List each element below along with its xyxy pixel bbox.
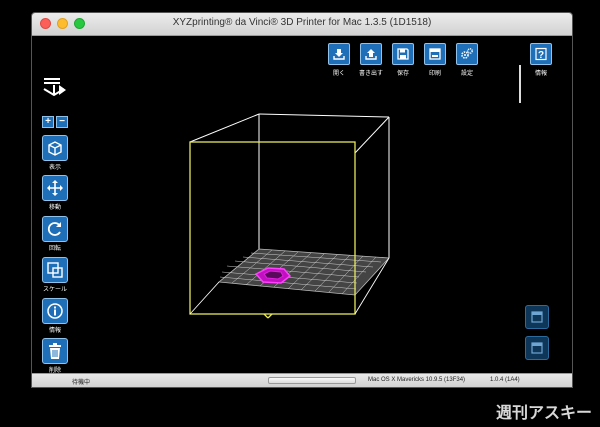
rotate-button[interactable] xyxy=(42,216,68,242)
scale-button[interactable] xyxy=(42,257,68,283)
status-text: 待機中 xyxy=(72,380,91,386)
download-arrow-icon xyxy=(333,49,345,60)
cube-icon xyxy=(48,141,62,156)
build-volume-scene[interactable] xyxy=(32,36,572,373)
settings-button[interactable] xyxy=(456,43,478,65)
gears-icon xyxy=(461,48,473,59)
floppy-disk-icon xyxy=(397,48,409,60)
rotate-icon xyxy=(47,222,61,236)
save-label: 保存 xyxy=(396,71,409,77)
view-button[interactable] xyxy=(42,135,68,161)
upload-arrow-icon xyxy=(365,49,377,60)
help-label: 情報 xyxy=(534,71,547,77)
panel-toggle-button-1[interactable] xyxy=(525,305,549,329)
zoom-in-button[interactable]: + xyxy=(42,116,54,128)
firmware-version-text: 1.0.4 (1A4) xyxy=(490,377,520,383)
delete-button[interactable] xyxy=(42,338,68,364)
zoom-out-button[interactable]: − xyxy=(56,116,68,128)
app-window: XYZprinting® da Vinci® 3D Printer for Ma… xyxy=(31,12,573,388)
move-arrows-icon xyxy=(47,180,63,196)
publisher-watermark: 週刊アスキー xyxy=(495,405,592,422)
scale-label: スケール xyxy=(42,287,67,293)
viewport-3d[interactable]: + − 表示 移動 回転 スケール 情報 削除 開く 書き出す 保存 印刷 設定… xyxy=(32,36,572,374)
print-button[interactable] xyxy=(424,43,446,65)
help-question-icon: ? xyxy=(535,47,547,61)
svg-text:?: ? xyxy=(538,50,544,61)
move-button[interactable] xyxy=(42,175,68,201)
close-window-button[interactable] xyxy=(40,18,51,29)
scale-icon xyxy=(47,262,63,278)
help-button[interactable]: ? xyxy=(530,43,552,65)
open-label: 開く xyxy=(332,71,345,77)
printer-icon xyxy=(429,48,441,60)
open-button[interactable] xyxy=(328,43,350,65)
window-title: XYZprinting® da Vinci® 3D Printer for Ma… xyxy=(172,17,432,28)
print-bed-grid xyxy=(218,248,390,296)
panel-icon xyxy=(531,342,543,354)
trash-icon xyxy=(49,343,61,359)
export-button[interactable] xyxy=(360,43,382,65)
print-label: 印刷 xyxy=(428,71,441,77)
settings-label: 設定 xyxy=(460,71,473,77)
view-label: 表示 xyxy=(48,165,61,171)
toolbar-divider xyxy=(519,65,521,103)
status-bar: 待機中 Mac OS X Mavericks 10.9.5 (13F34) 1.… xyxy=(32,373,572,387)
rotate-label: 回転 xyxy=(48,246,61,252)
info-icon xyxy=(47,303,63,319)
export-label: 書き出す xyxy=(358,71,383,77)
panel-icon xyxy=(531,311,543,323)
info-sidebar-label: 情報 xyxy=(48,328,61,334)
zoom-window-button[interactable] xyxy=(74,18,85,29)
minimize-window-button[interactable] xyxy=(57,18,68,29)
info-sidebar-button[interactable] xyxy=(42,298,68,324)
panel-toggle-button-2[interactable] xyxy=(525,336,549,360)
title-bar: XYZprinting® da Vinci® 3D Printer for Ma… xyxy=(32,13,572,36)
save-button[interactable] xyxy=(392,43,414,65)
progress-bar xyxy=(268,377,356,384)
os-version-text: Mac OS X Mavericks 10.9.5 (13F34) xyxy=(368,377,466,383)
move-label: 移動 xyxy=(48,205,61,211)
xyz-logo xyxy=(43,78,66,97)
